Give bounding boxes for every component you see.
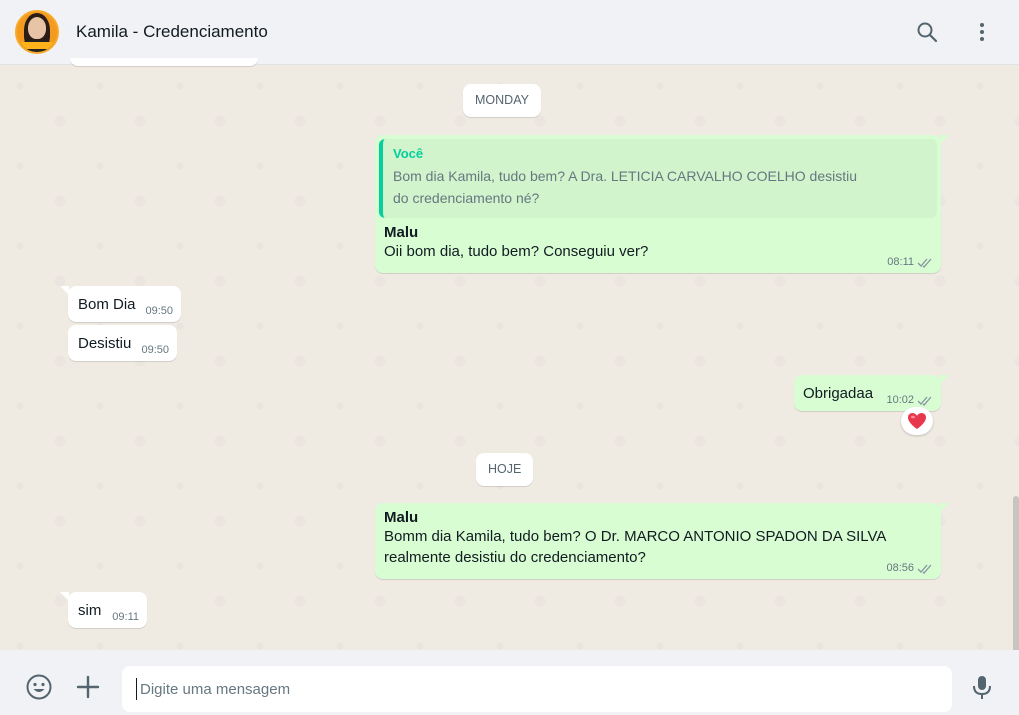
message-input[interactable] (122, 666, 952, 712)
read-ticks-icon (917, 258, 932, 268)
day-divider-today: HOJE (476, 453, 534, 486)
message-sender: Malu (384, 224, 419, 241)
message-text: sim (78, 602, 102, 619)
text-caret (136, 678, 137, 700)
attach-plus-icon[interactable] (74, 673, 102, 701)
message-time: 08:11 (887, 256, 933, 268)
message-bubble-incoming[interactable]: Desistiu 09:50 (68, 325, 177, 361)
message-time: 09:11 (112, 611, 139, 623)
read-ticks-icon (917, 396, 932, 406)
message-time: 08:56 (886, 562, 933, 574)
contact-avatar[interactable] (15, 10, 59, 54)
more-vertical-icon[interactable] (970, 20, 994, 44)
heart-reaction[interactable] (901, 407, 933, 435)
heart-icon (908, 413, 926, 429)
previous-message-bubble[interactable] (70, 58, 258, 66)
message-bubble-incoming[interactable]: sim 09:11 (60, 592, 147, 628)
message-bubble-outgoing[interactable]: Obrigadaa 10:02 (794, 375, 949, 411)
message-sender: Malu (384, 509, 419, 526)
scrollbar[interactable] (1013, 496, 1019, 650)
message-time: 10:02 (886, 394, 933, 406)
message-text: Bom Dia (78, 296, 136, 313)
read-ticks-icon (917, 564, 932, 574)
message-text: Obrigadaa (803, 385, 874, 402)
message-text: Bomm dia Kamila, tudo bem? O Dr. MARCO A… (384, 528, 886, 566)
quote-author: Você (393, 146, 424, 161)
search-icon[interactable] (915, 20, 939, 44)
message-text: Oii bom dia, tudo bem? Conseguiu ver? (384, 243, 649, 260)
message-time: 09:50 (141, 344, 169, 356)
message-bubble-incoming[interactable]: Bom Dia 09:50 (60, 286, 181, 322)
microphone-icon[interactable] (968, 673, 996, 701)
day-divider-monday: MONDAY (463, 84, 541, 117)
quote-text: Bom dia Kamila, tudo bem? A Dra. LETICIA… (393, 168, 858, 206)
message-bubble-outgoing[interactable]: Você Bom dia Kamila, tudo bem? A Dra. LE… (375, 135, 949, 273)
message-bubble-outgoing[interactable]: Malu Bomm dia Kamila, tudo bem? O Dr. MA… (375, 503, 949, 579)
message-time: 09:50 (145, 305, 173, 317)
emoji-icon[interactable] (25, 673, 53, 701)
quoted-message[interactable]: Você Bom dia Kamila, tudo bem? A Dra. LE… (379, 139, 937, 218)
chat-header: Kamila - Credenciamento (0, 0, 1019, 65)
contact-name[interactable]: Kamila - Credenciamento (76, 22, 268, 42)
message-text: Desistiu (78, 335, 132, 352)
